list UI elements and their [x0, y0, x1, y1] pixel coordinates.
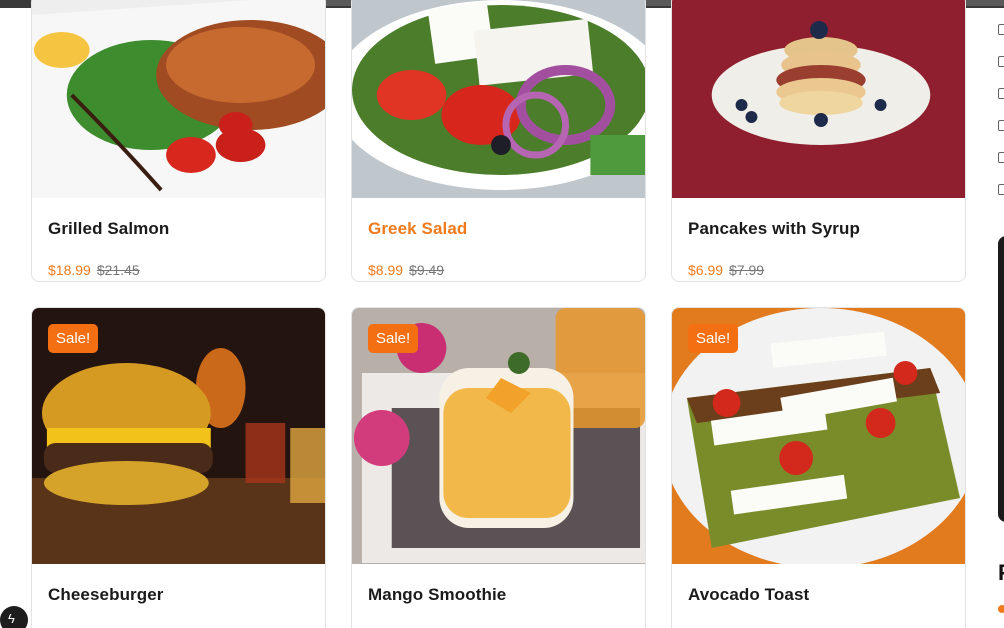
product-image[interactable]: [672, 0, 965, 198]
dev-tools-button[interactable]: ϟ: [0, 606, 28, 628]
price-group: $18.99 $21.45: [48, 262, 140, 278]
sidebar-heading: F: [998, 560, 1004, 586]
original-price: $9.49: [409, 262, 445, 278]
original-price: $21.45: [96, 262, 140, 278]
filter-checkbox[interactable]: [998, 88, 1004, 99]
filter-checkbox[interactable]: [998, 184, 1004, 195]
bolt-icon: ϟ: [8, 611, 15, 626]
product-image[interactable]: Sale!: [672, 308, 965, 564]
filter-checkbox-list: [998, 24, 1004, 216]
filter-checkbox[interactable]: [998, 152, 1004, 163]
product-name[interactable]: Greek Salad: [368, 219, 467, 239]
product-name[interactable]: Avocado Toast: [688, 585, 809, 605]
price-group: $6.99 $7.99: [688, 262, 764, 278]
product-card-avocado-toast[interactable]: Sale! Avocado Toast: [671, 307, 966, 628]
product-name[interactable]: Mango Smoothie: [368, 585, 506, 605]
product-image[interactable]: [32, 0, 325, 198]
product-name[interactable]: Pancakes with Syrup: [688, 219, 860, 239]
sale-price: $8.99: [368, 262, 404, 278]
sale-badge: Sale!: [48, 324, 99, 353]
filter-checkbox[interactable]: [998, 56, 1004, 67]
product-card-pancakes[interactable]: Pancakes with Syrup $6.99 $7.99: [671, 0, 966, 282]
product-image[interactable]: Sale!: [352, 308, 645, 564]
product-card-greek-salad[interactable]: Greek Salad $8.99 $9.49: [351, 0, 646, 282]
product-card-mango-smoothie[interactable]: Sale! Mango Smoothie: [351, 307, 646, 628]
price-group: $8.99 $9.49: [368, 262, 444, 278]
sale-badge: Sale!: [688, 324, 739, 353]
filter-checkbox[interactable]: [998, 24, 1004, 35]
product-card-grilled-salmon[interactable]: Grilled Salmon $18.99 $21.45: [31, 0, 326, 282]
product-image[interactable]: Sale!: [32, 308, 325, 564]
sale-price: $6.99: [688, 262, 724, 278]
product-image[interactable]: [352, 0, 645, 198]
filter-checkbox[interactable]: [998, 120, 1004, 131]
original-price: $7.99: [729, 262, 765, 278]
sale-price: $18.99: [48, 262, 91, 278]
product-name[interactable]: Cheeseburger: [48, 585, 164, 605]
sidebar-promo-banner[interactable]: [998, 236, 1004, 522]
sale-badge: Sale!: [368, 324, 419, 353]
product-card-cheeseburger[interactable]: Sale! Cheeseburger: [31, 307, 326, 628]
product-name[interactable]: Grilled Salmon: [48, 219, 169, 239]
bullet-dot: [998, 605, 1004, 613]
